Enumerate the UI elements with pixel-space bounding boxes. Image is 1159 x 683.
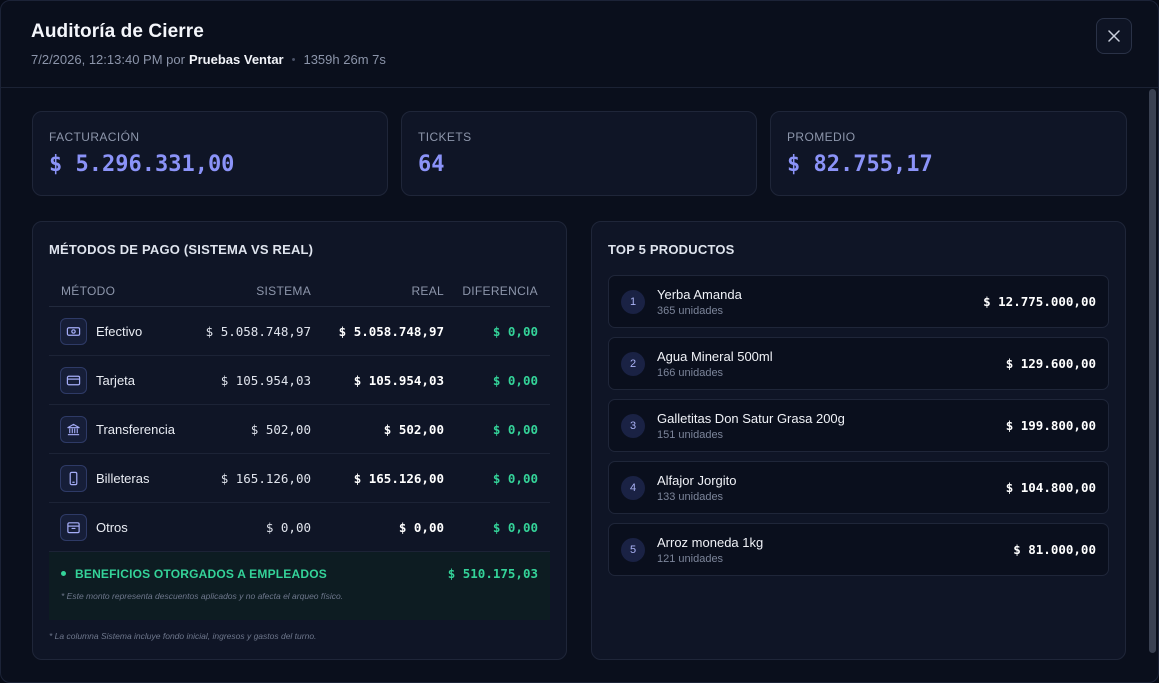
stats-row: FACTURACIÓN $ 5.296.331,00 TICKETS 64 PR… (32, 111, 1127, 196)
bullet-dot-icon (61, 571, 66, 576)
table-row: Transferencia $ 502,00 $ 502,00 $ 0,00 (49, 405, 550, 454)
system-value: $ 502,00 (250, 421, 311, 437)
stat-label: TICKETS (418, 130, 472, 144)
employee-benefits: BENEFICIOS OTORGADOS A EMPLEADOS $ 510.1… (49, 552, 550, 620)
table-row: Billeteras $ 165.126,00 $ 165.126,00 $ 0… (49, 454, 550, 503)
benefits-label: BENEFICIOS OTORGADOS A EMPLEADOS (75, 566, 327, 581)
box-icon (60, 513, 87, 541)
product-units: 365 unidades (657, 304, 724, 317)
product-total: $ 12.775.000,00 (983, 294, 1096, 309)
diff-value: $ 0,00 (492, 372, 538, 388)
benefits-note: * Este monto representa descuentos aplic… (61, 591, 344, 601)
list-item: 2 Agua Mineral 500ml 166 unidades $ 129.… (608, 337, 1109, 390)
audit-datetime: 7/2/2026, 12:13:40 PM por (31, 52, 185, 67)
payments-panel: MÉTODOS DE PAGO (SISTEMA VS REAL) MÉTODO… (32, 221, 567, 660)
payments-title: MÉTODOS DE PAGO (SISTEMA VS REAL) (49, 242, 314, 257)
real-value: $ 165.126,00 (353, 470, 444, 486)
real-value: $ 105.954,03 (353, 372, 444, 388)
stat-value: $ 82.755,17 (787, 152, 933, 177)
top-products-title: TOP 5 PRODUCTOS (608, 242, 735, 257)
rank-badge: 3 (621, 413, 645, 438)
rank-badge: 4 (621, 475, 645, 500)
stat-card-promedio: PROMEDIO $ 82.755,17 (770, 111, 1127, 196)
top-products-panel: TOP 5 PRODUCTOS 1 Yerba Amanda 365 unida… (591, 221, 1126, 660)
product-name: Alfajor Jorgito (657, 472, 737, 488)
diff-value: $ 0,00 (492, 519, 538, 535)
real-value: $ 5.058.748,97 (338, 323, 444, 339)
table-row: Efectivo $ 5.058.748,97 $ 5.058.748,97 $… (49, 307, 550, 356)
benefits-value: $ 510.175,03 (447, 566, 538, 581)
stat-label: PROMEDIO (787, 130, 856, 144)
list-item: 5 Arroz moneda 1kg 121 unidades $ 81.000… (608, 523, 1109, 576)
audit-user: Pruebas Ventar (188, 52, 284, 67)
product-units: 133 unidades (657, 490, 724, 503)
system-value: $ 105.954,03 (220, 372, 311, 388)
header-system: SISTEMA (256, 284, 311, 298)
separator-dot: • (291, 53, 296, 66)
real-value: $ 502,00 (383, 421, 444, 437)
list-item: 1 Yerba Amanda 365 unidades $ 12.775.000… (608, 275, 1109, 328)
product-list: 1 Yerba Amanda 365 unidades $ 12.775.000… (608, 275, 1109, 576)
system-value: $ 0,00 (265, 519, 311, 535)
product-name: Yerba Amanda (657, 286, 742, 302)
product-total: $ 129.600,00 (1005, 356, 1096, 371)
list-item: 3 Galletitas Don Satur Grasa 200g 151 un… (608, 399, 1109, 452)
table-row: Otros $ 0,00 $ 0,00 $ 0,00 (49, 503, 550, 552)
diff-value: $ 0,00 (492, 421, 538, 437)
page-title: Auditoría de Cierre (31, 21, 204, 42)
product-units: 166 unidades (657, 366, 724, 379)
cash-icon (60, 317, 87, 345)
stat-card-tickets: TICKETS 64 (401, 111, 757, 196)
product-name: Arroz moneda 1kg (657, 534, 764, 550)
diff-value: $ 0,00 (492, 323, 538, 339)
stat-label: FACTURACIÓN (49, 130, 140, 144)
audit-duration: 1359h 26m 7s (303, 52, 386, 67)
diff-value: $ 0,00 (492, 470, 538, 486)
stat-card-facturacion: FACTURACIÓN $ 5.296.331,00 (32, 111, 388, 196)
payments-table-header: MÉTODO SISTEMA REAL DIFERENCIA (49, 284, 550, 307)
product-total: $ 104.800,00 (1005, 480, 1096, 495)
header-diff: DIFERENCIA (462, 284, 538, 298)
product-name: Galletitas Don Satur Grasa 200g (657, 410, 845, 426)
system-column-footnote: * La columna Sistema incluye fondo inici… (49, 631, 317, 641)
product-units: 151 unidades (657, 428, 724, 441)
rank-badge: 1 (621, 289, 645, 314)
real-value: $ 0,00 (398, 519, 444, 535)
system-value: $ 165.126,00 (220, 470, 311, 486)
method-label: Transferencia (96, 421, 175, 437)
product-units: 121 unidades (657, 552, 724, 565)
header-real: REAL (411, 284, 444, 298)
list-item: 4 Alfajor Jorgito 133 unidades $ 104.800… (608, 461, 1109, 514)
method-label: Otros (96, 519, 128, 535)
system-value: $ 5.058.748,97 (205, 323, 311, 339)
close-button[interactable] (1096, 18, 1132, 54)
method-label: Tarjeta (96, 372, 136, 388)
phone-icon (60, 464, 87, 492)
close-icon (1108, 30, 1120, 42)
product-total: $ 81.000,00 (1013, 542, 1096, 557)
audit-modal: Auditoría de Cierre 7/2/2026, 12:13:40 P… (0, 0, 1159, 683)
product-total: $ 199.800,00 (1005, 418, 1096, 433)
stat-value: $ 5.296.331,00 (49, 152, 235, 177)
product-name: Agua Mineral 500ml (657, 348, 773, 364)
rank-badge: 2 (621, 351, 645, 376)
method-label: Efectivo (96, 323, 143, 339)
method-label: Billeteras (96, 470, 150, 486)
modal-header: Auditoría de Cierre 7/2/2026, 12:13:40 P… (1, 1, 1158, 88)
card-icon (60, 366, 87, 394)
scrollbar[interactable] (1149, 89, 1156, 653)
stat-value: 64 (418, 152, 445, 177)
audit-subtitle: 7/2/2026, 12:13:40 PM por Pruebas Ventar… (31, 52, 1128, 67)
table-row: Tarjeta $ 105.954,03 $ 105.954,03 $ 0,00 (49, 356, 550, 405)
header-method: MÉTODO (61, 284, 116, 298)
bank-icon (60, 415, 87, 443)
rank-badge: 5 (621, 537, 645, 562)
